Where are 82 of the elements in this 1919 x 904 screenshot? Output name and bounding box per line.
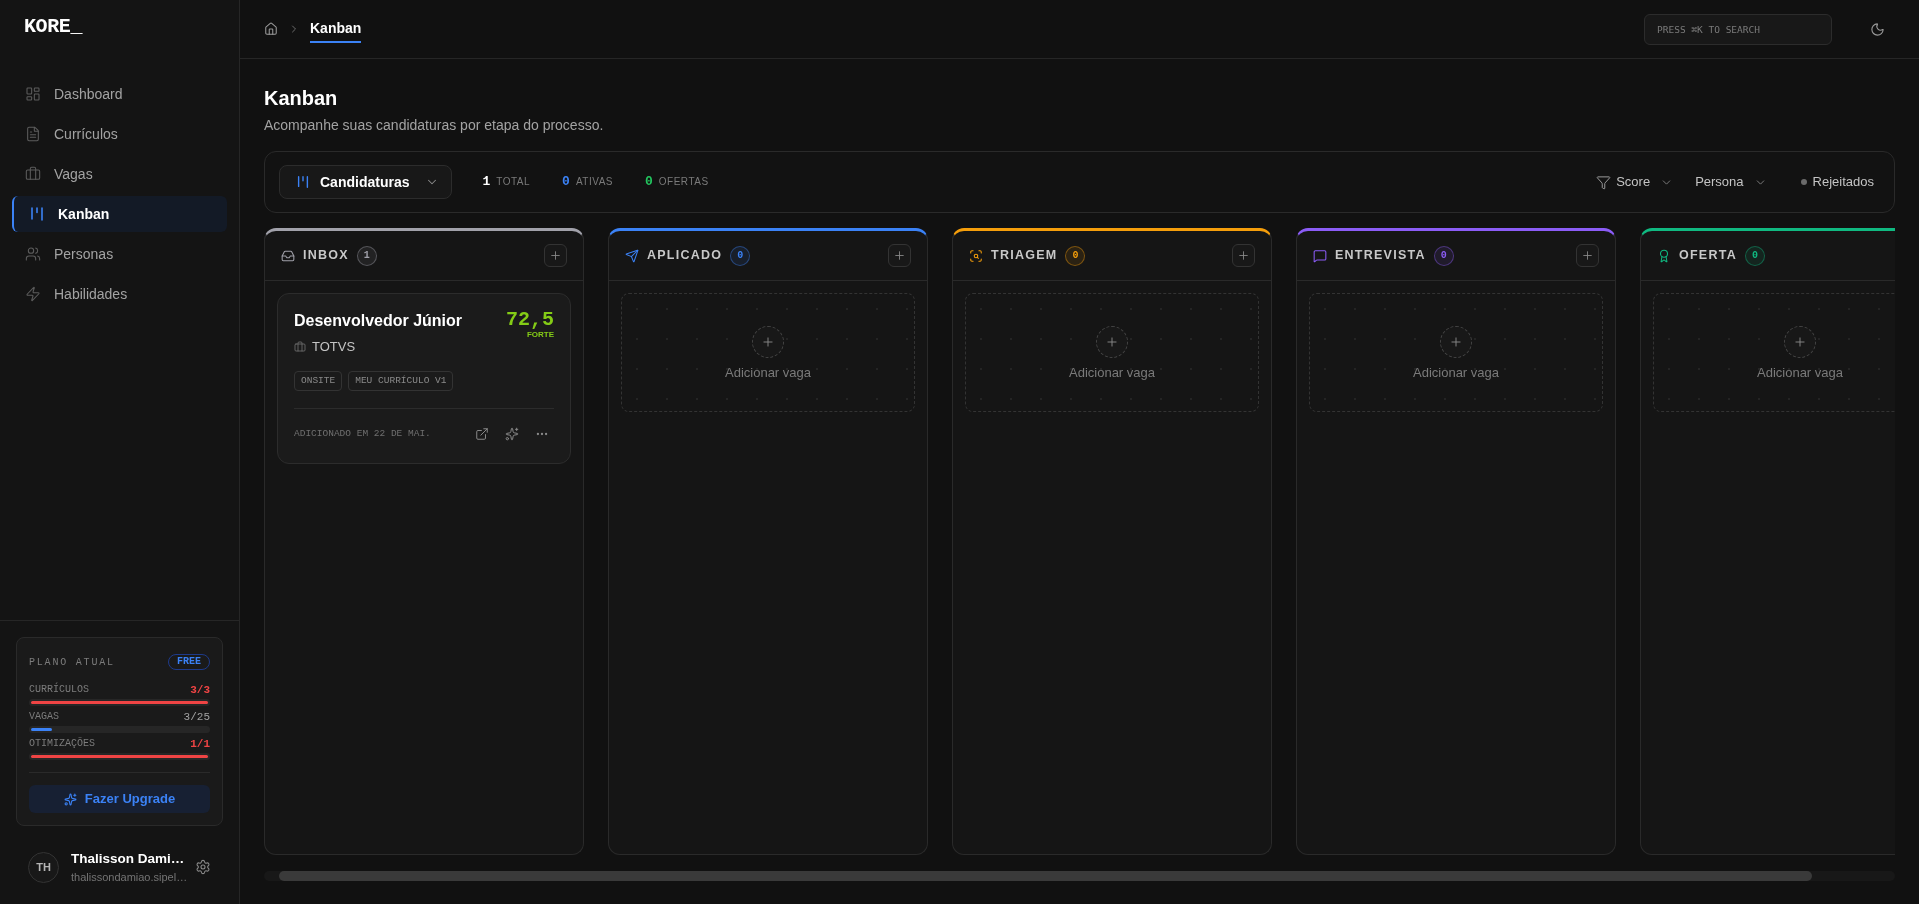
column-title: TRIAGEM [991,247,1058,265]
add-card-button[interactable] [544,244,567,267]
job-title: Desenvolvedor Júnior [294,311,463,331]
view-selector[interactable]: Candidaturas [279,165,453,199]
plus-icon [549,249,562,262]
lightning-icon [25,286,41,302]
column-count: 0 [1065,245,1086,266]
sidebar-item[interactable]: Dashboard [12,76,227,112]
plus-icon [1237,249,1250,262]
job-tag: ONSITE [294,371,343,391]
score-value: 72,5 [506,310,554,330]
logo: KORE_ [24,15,82,38]
home-icon[interactable] [264,22,278,36]
usage-value: 3/3 [190,683,210,697]
usage-label: CURRÍCULOS [29,683,89,697]
plus-icon [893,249,906,262]
job-card[interactable]: Desenvolvedor Júnior 72,5 FORTE TOTVS ONSITE MEU CURRÍCULO V1 ADICIONADO EM 22 DE MAI. [277,293,571,464]
chat-bubble-icon [1313,248,1327,263]
briefcase-icon [294,341,306,353]
score-label: FORTE [526,330,554,340]
add-card-button[interactable] [1232,244,1255,267]
column-count: 0 [1744,245,1765,266]
rejected-toggle[interactable]: Rejeitados [1800,172,1874,192]
search-field[interactable]: PRESS ⌘K TO SEARCH [1644,13,1832,45]
plan-title: PLANO ATUAL [29,655,115,670]
award-icon [1657,248,1671,263]
usage-label: VAGAS [29,710,59,724]
stat-label: TOTAL [496,175,531,190]
added-date: ADICIONADO EM 22 DE MAI. [294,426,431,441]
job-tag: MEU CURRÍCULO V1 [348,371,454,391]
page-subtitle: Acompanhe suas candidaturas por etapa do processo. [264,116,605,135]
add-job-dropzone[interactable]: Adicionar vaga [621,293,915,412]
inbox-icon [281,248,295,263]
sidebar-item[interactable]: Habilidades [12,276,227,312]
add-card-button[interactable] [1576,244,1599,267]
paper-plane-icon [625,248,639,263]
briefcase-icon [25,166,41,182]
column-count: 0 [730,245,751,266]
users-icon [25,246,41,262]
stat-label: OFERTAS [658,175,709,190]
breadcrumb-current: Kanban [310,18,362,43]
document-icon [25,126,41,142]
upgrade-button[interactable]: Fazer Upgrade [29,785,210,813]
stat-value: 0 [645,173,653,192]
sidebar-item[interactable]: Currículos [12,116,227,152]
external-link-icon [475,427,489,441]
sidebar-item[interactable]: Kanban [12,196,227,232]
add-job-dropzone[interactable]: Adicionar vaga [1309,293,1603,412]
filter-icon [1596,174,1612,190]
add-card-button[interactable] [888,244,911,267]
sidebar-item[interactable]: Personas [12,236,227,272]
sparkles-icon [505,427,519,441]
moon-icon[interactable] [1870,21,1885,37]
stat-value: 1 [482,173,491,192]
column-title: ENTREVISTA [1335,247,1426,265]
usage-label: OTIMIZAÇÕES [29,737,95,751]
settings-icon[interactable] [195,859,211,875]
column-count: 1 [356,245,377,266]
stat-value: 0 [562,173,570,192]
company-name: TOTVS [312,339,356,355]
plus-icon [1581,249,1594,262]
sidebar-item[interactable]: Vagas [12,156,227,192]
kanban-icon [29,206,45,222]
usage-value: 3/25 [183,710,210,724]
column-title: INBOX [303,247,349,265]
user-email: thalissondamiao.sipel… [71,870,188,885]
usage-value: 1/1 [190,737,210,751]
filter-dropdown[interactable]: Score [1616,172,1674,192]
column-title: OFERTA [1679,247,1737,265]
scan-icon [969,248,983,263]
filter-dropdown[interactable]: Persona [1695,172,1767,192]
stat-label: ATIVAS [575,175,613,190]
dashboard-icon [25,86,41,102]
add-job-dropzone[interactable]: Adicionar vaga [965,293,1259,412]
column-title: APLICADO [647,247,723,265]
column-count: 0 [1433,245,1454,266]
kanban-icon [296,175,310,189]
add-job-dropzone[interactable]: Adicionar vaga [1653,293,1895,412]
user-avatar: TH [28,851,59,883]
user-name: Thalisson Dami… [71,850,186,868]
page-title: Kanban [264,86,339,111]
sparkles-icon [63,792,77,806]
